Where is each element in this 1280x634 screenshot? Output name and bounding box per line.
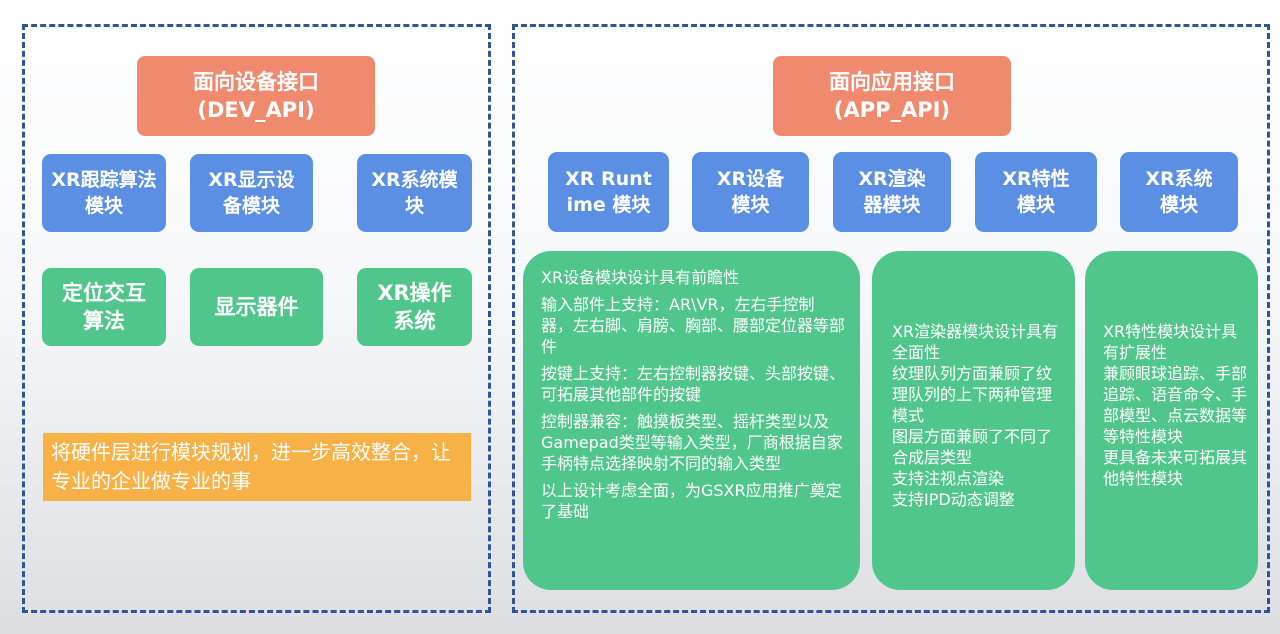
dev-api-header-code: (DEV_API)	[197, 98, 315, 122]
app-api-header: 面向应用接口 (APP_API)	[773, 56, 1011, 136]
app-api-header-title: 面向应用接口	[829, 70, 955, 94]
renderer-card-line: 支持注视点渲染	[892, 469, 1005, 488]
dev-api-header-title: 面向设备接口	[193, 70, 319, 94]
app-module-system: XR系统模块	[1120, 152, 1238, 232]
dev-module-system: XR系统模块	[357, 154, 472, 232]
device-card-line: 输入部件上支持：AR\VR，左右手控制器，左右脚、肩膀、胸部、腰部定位器等部件	[541, 295, 846, 356]
app-module-runtime: XR Runtime 模块	[548, 152, 669, 232]
device-card-line: 控制器兼容：触摸板类型、摇杆类型以及Gamepad类型等输入类型，厂商根据自家手…	[541, 412, 843, 473]
dev-api-header: 面向设备接口 (DEV_API)	[137, 56, 375, 136]
feature-card-line: XR特性模块设计具有扩展性	[1103, 322, 1238, 362]
device-card-line: XR设备模块设计具有前瞻性	[541, 268, 740, 287]
dev-module-display: XR显示设备模块	[190, 154, 313, 232]
app-module-feature: XR特性模块	[975, 152, 1097, 232]
app-module-renderer: XR渲染器模块	[833, 152, 951, 232]
dev-component-positioning: 定位交互算法	[42, 268, 166, 346]
dev-component-os: XR操作系统	[357, 268, 472, 346]
feature-card-line: 兼顾眼球追踪、手部追踪、语音命令、手部模型、点云数据等等特性模块	[1103, 364, 1248, 446]
device-card-line: 以上设计考虑全面，为GSXR应用推广奠定了基础	[541, 481, 842, 521]
device-module-card: XR设备模块设计具有前瞻性 输入部件上支持：AR\VR，左右手控制器，左右脚、肩…	[523, 251, 860, 590]
dev-highlight-note: 将硬件层进行模块规划，进一步高效整合，让专业的企业做专业的事	[43, 433, 471, 501]
renderer-card-line: 图层方面兼顾了不同了合成层类型	[892, 427, 1053, 467]
device-card-line: 按键上支持：左右控制器按键、头部按键、可拓展其他部件的按键	[541, 364, 846, 404]
feature-module-card: XR特性模块设计具有扩展性 兼顾眼球追踪、手部追踪、语音命令、手部模型、点云数据…	[1085, 251, 1258, 590]
renderer-module-card: XR渲染器模块设计具有全面性 纹理队列方面兼顾了纹理队列的上下两种管理模式 图层…	[872, 251, 1075, 590]
feature-card-line: 更具备未来可拓展其他特性模块	[1103, 448, 1248, 488]
renderer-card-line: XR渲染器模块设计具有全面性	[892, 322, 1059, 362]
dev-module-tracking: XR跟踪算法模块	[42, 154, 166, 232]
renderer-card-line: 支持IPD动态调整	[892, 490, 1015, 509]
renderer-card-line: 纹理队列方面兼顾了纹理队列的上下两种管理模式	[892, 364, 1053, 425]
dev-component-display-device: 显示器件	[190, 268, 323, 346]
app-module-device: XR设备模块	[692, 152, 809, 232]
app-api-header-code: (APP_API)	[833, 98, 951, 122]
